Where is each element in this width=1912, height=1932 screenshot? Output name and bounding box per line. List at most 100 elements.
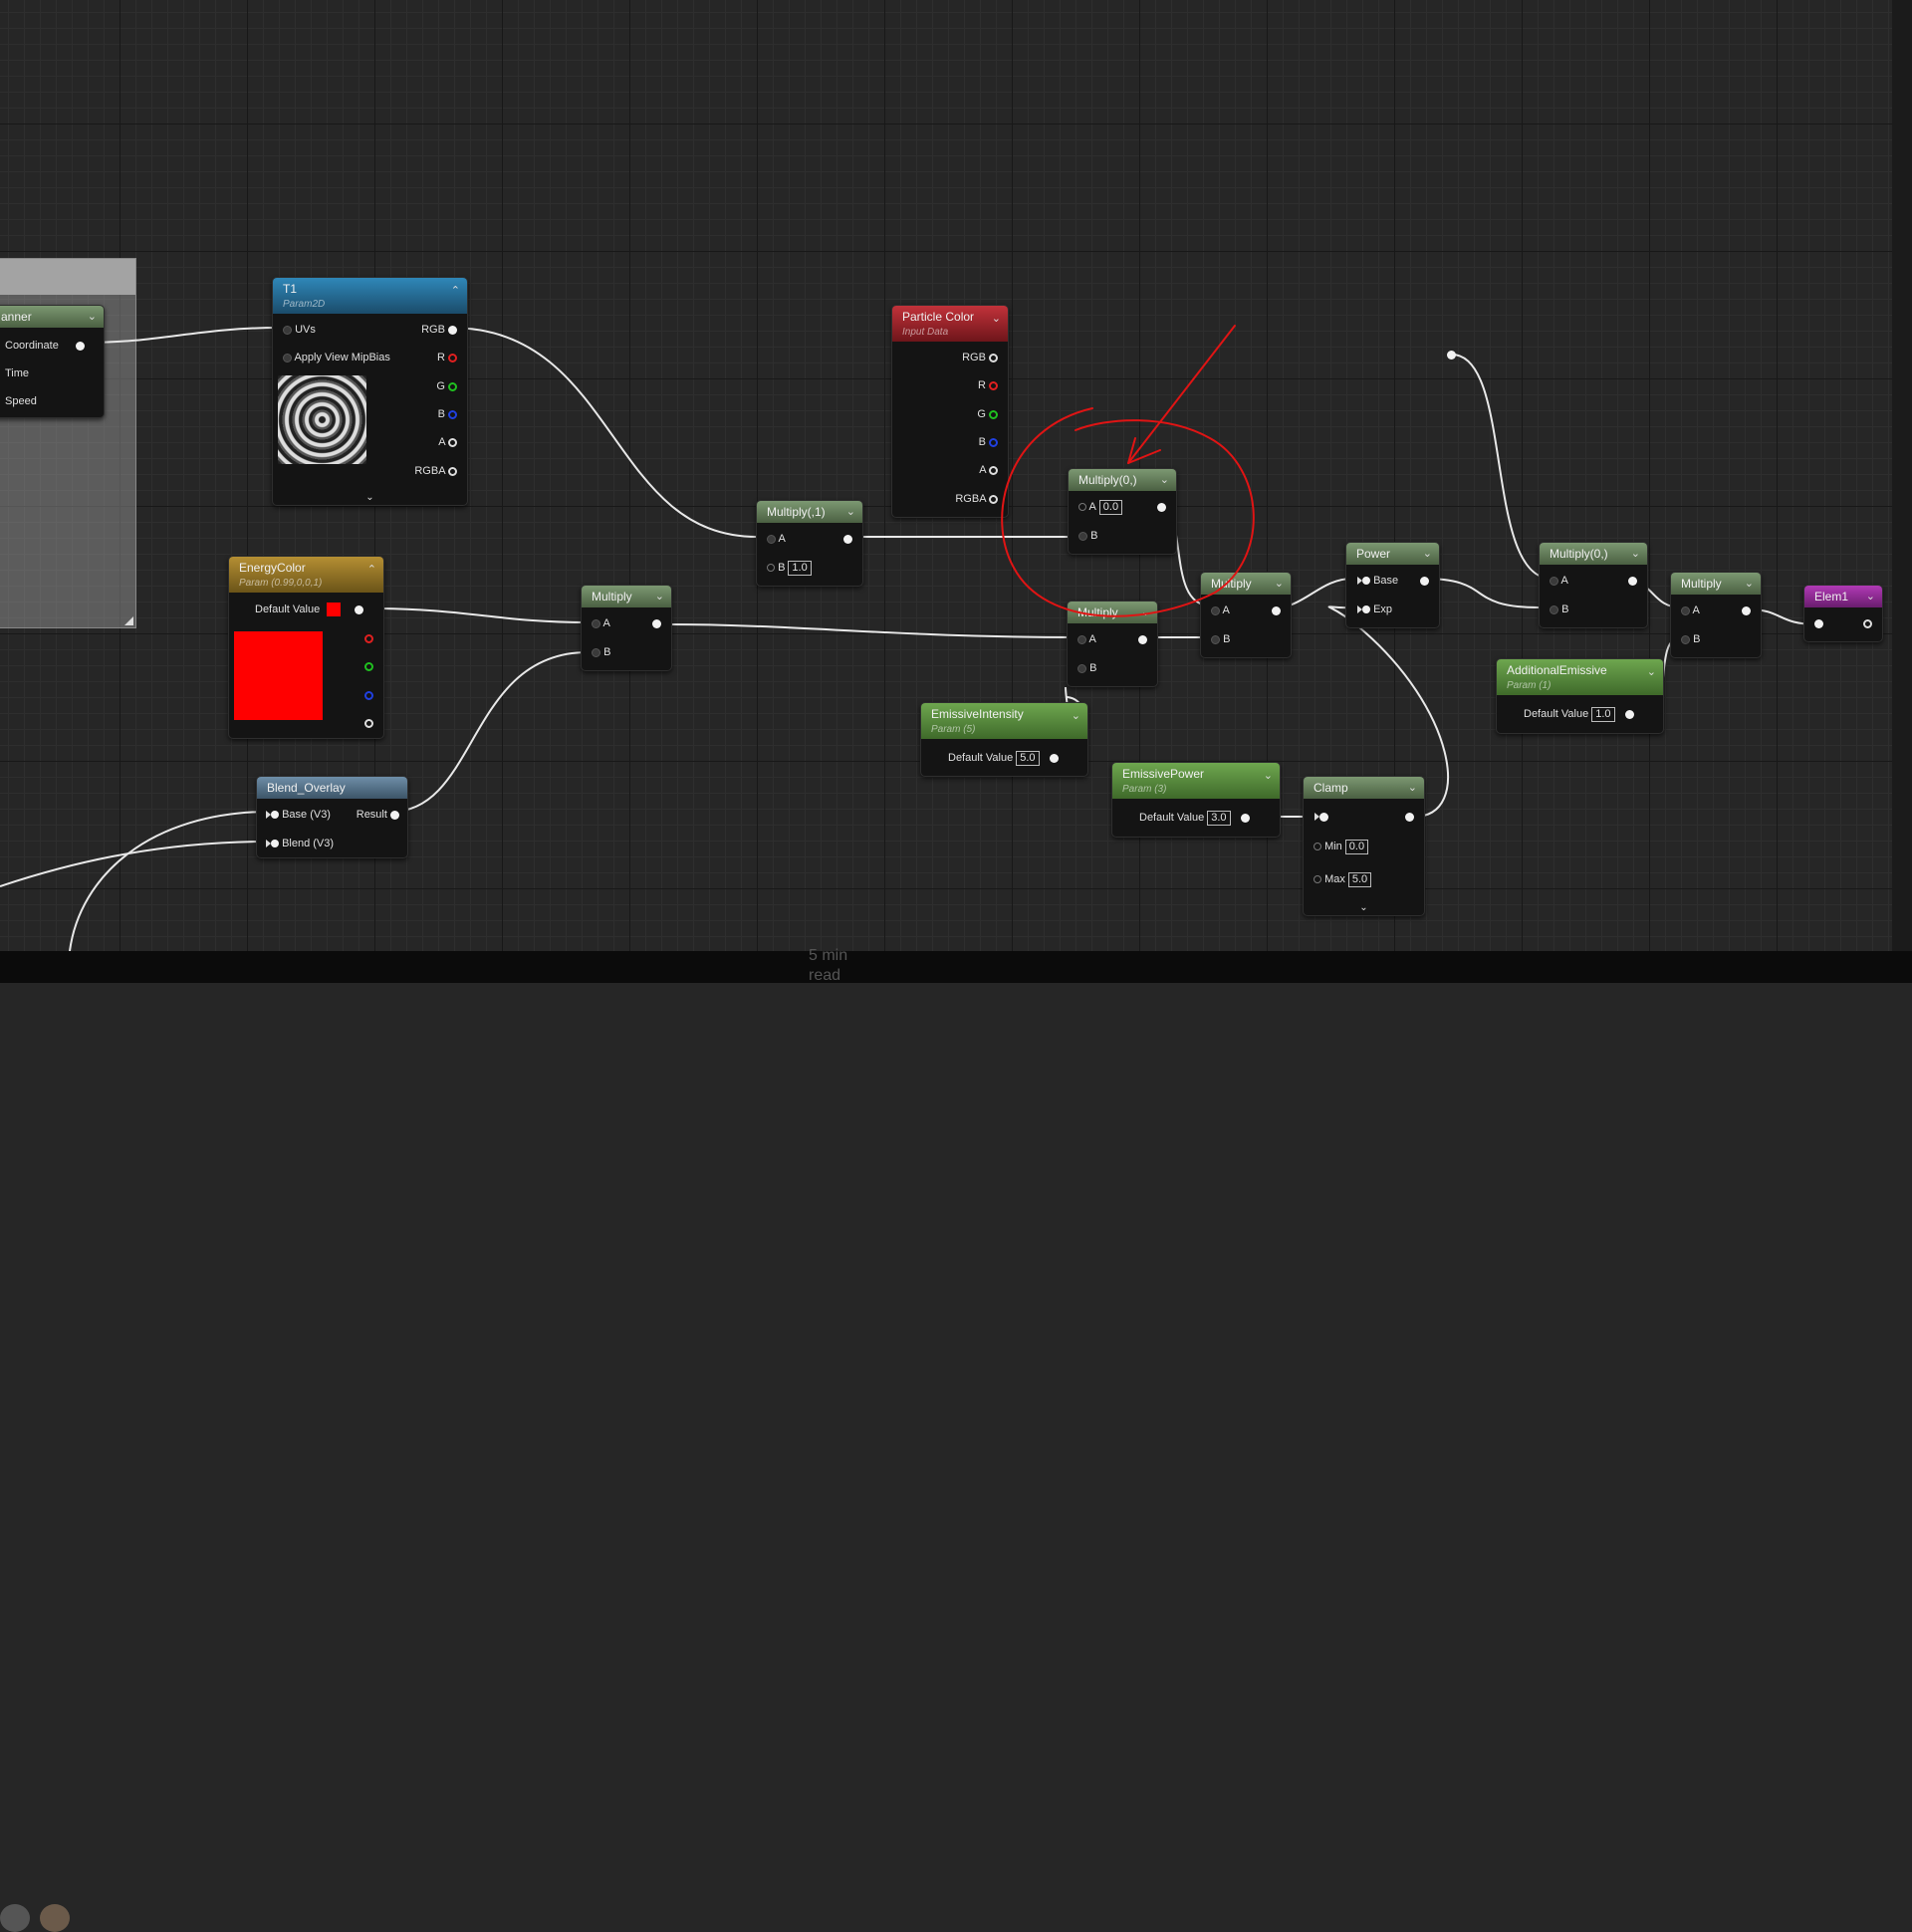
output-pin-icon[interactable] — [1138, 634, 1147, 644]
chevron-down-icon[interactable]: ⌄ — [1647, 665, 1656, 680]
output-pin-icon[interactable] — [448, 381, 457, 391]
chevron-down-icon[interactable]: ⌄ — [655, 586, 664, 607]
elem1-node[interactable]: Elem1 ⌄ — [1803, 585, 1883, 642]
wire[interactable] — [0, 841, 272, 887]
rgba-output[interactable]: RGBA — [955, 491, 998, 507]
input-pin-icon[interactable] — [1681, 605, 1690, 615]
multiply-0-header[interactable]: Multiply(0,) ⌄ — [1069, 469, 1176, 491]
t1-texture-node[interactable]: T1 Param2D ⌃ UVs Apply View MipBias RGB … — [272, 277, 468, 506]
particle-color-header[interactable]: Particle Color Input Data ⌄ — [892, 306, 1008, 342]
output-pin-icon[interactable] — [989, 437, 998, 447]
a-input[interactable]: A — [1681, 603, 1700, 618]
chevron-down-icon[interactable]: ⌄ — [1072, 709, 1080, 724]
output-pin-icon[interactable] — [355, 604, 364, 614]
output[interactable] — [1742, 603, 1751, 618]
value-field[interactable]: 3.0 — [1207, 811, 1231, 826]
min-value-field[interactable]: 0.0 — [1344, 840, 1369, 854]
default-value-row[interactable]: Default Value 3.0 — [1139, 810, 1250, 826]
r-output[interactable]: R — [978, 377, 998, 393]
output-pin-icon[interactable] — [448, 325, 457, 335]
a-input[interactable]: A — [592, 615, 610, 631]
a-output[interactable]: A — [979, 462, 998, 478]
a-input[interactable]: A — [1211, 603, 1230, 618]
multiply-center-node[interactable]: Multiply ⌄ A B — [1067, 601, 1158, 687]
additional-emissive-header[interactable]: AdditionalEmissive Param (1) ⌄ — [1497, 659, 1663, 695]
value-field[interactable]: 5.0 — [1016, 751, 1040, 766]
output-pin-icon[interactable] — [448, 466, 457, 476]
output-pin-icon[interactable] — [390, 810, 399, 820]
value-field[interactable]: 1.0 — [1591, 707, 1615, 722]
b-input[interactable]: B — [1211, 631, 1230, 647]
multiply-final-header[interactable]: Multiply ⌄ — [1671, 573, 1761, 595]
g-output[interactable] — [364, 658, 373, 674]
multiply-0-right-node[interactable]: Multiply(0,) ⌄ A B — [1539, 542, 1648, 628]
output[interactable] — [1272, 603, 1281, 618]
g-output[interactable]: G — [436, 378, 457, 394]
chevron-down-icon[interactable]: ⌄ — [1423, 543, 1432, 565]
wire[interactable] — [1423, 578, 1540, 608]
uvs-pin[interactable]: UVs — [283, 322, 316, 338]
clamp-node[interactable]: Clamp ⌄ Min 0.0 Max 5.0 ⌄ — [1303, 776, 1425, 916]
b-input[interactable]: B — [1077, 660, 1096, 676]
output-pin-icon[interactable] — [989, 380, 998, 390]
multiply-0-node[interactable]: Multiply(0,) ⌄ A 0.0 B — [1068, 468, 1177, 555]
input-pin-icon[interactable] — [1362, 605, 1370, 614]
comment-box-header[interactable] — [0, 259, 135, 295]
panner-header[interactable]: anner ⌄ — [0, 306, 104, 328]
b-output[interactable]: B — [438, 406, 457, 422]
wire[interactable] — [69, 811, 272, 951]
min-input[interactable]: Min 0.0 — [1314, 839, 1369, 854]
multiply-1-node[interactable]: Multiply(,1) ⌄ A B 1.0 — [756, 500, 863, 587]
input-pin-icon[interactable] — [1550, 604, 1558, 614]
output-pin-icon[interactable] — [989, 494, 998, 504]
output-pin-icon[interactable] — [1405, 812, 1414, 822]
input-pin-icon[interactable] — [592, 618, 600, 628]
input-pin-icon[interactable] — [1078, 531, 1087, 541]
input-pin-icon[interactable] — [1211, 605, 1220, 615]
emissive-intensity-header[interactable]: EmissiveIntensity Param (5) ⌄ — [921, 703, 1087, 739]
particle-color-node[interactable]: Particle Color Input Data ⌄ RGB R G B A … — [891, 305, 1009, 518]
multiply-0-right-header[interactable]: Multiply(0,) ⌄ — [1540, 543, 1647, 565]
wire[interactable] — [668, 623, 1081, 638]
b-input[interactable]: B 1.0 — [767, 560, 812, 576]
input-pin-icon[interactable] — [767, 564, 775, 573]
r-output[interactable]: R — [437, 350, 457, 365]
color-swatch-small[interactable] — [327, 603, 342, 617]
multiply-final-node[interactable]: Multiply ⌄ A B — [1670, 572, 1762, 658]
additional-emissive-node[interactable]: AdditionalEmissive Param (1) ⌄ Default V… — [1496, 658, 1664, 734]
output[interactable] — [652, 615, 661, 631]
coordinate-pin[interactable]: Coordinate — [5, 338, 85, 354]
chevron-down-icon[interactable]: ⌄ — [1160, 469, 1169, 491]
avatar[interactable] — [0, 1904, 30, 1932]
rgba-output[interactable]: RGBA — [414, 463, 457, 479]
input-pin-icon[interactable] — [767, 534, 776, 544]
material-graph-canvas[interactable]: anner ⌄ Coordinate Time Speed T1 Param2D… — [0, 0, 1892, 951]
output-pin-icon[interactable] — [364, 718, 373, 728]
b-input[interactable]: B — [1078, 528, 1097, 544]
b-input[interactable]: B — [592, 644, 610, 660]
output-pin-icon[interactable] — [75, 341, 85, 351]
a-value-field[interactable]: 0.0 — [1098, 500, 1123, 515]
r-output[interactable] — [364, 630, 373, 646]
output[interactable] — [843, 531, 852, 547]
a-input[interactable]: A — [1077, 631, 1096, 647]
chevron-down-icon[interactable]: ⌄ — [1408, 777, 1417, 799]
b-input[interactable]: B — [1550, 602, 1568, 617]
blend-overlay-header[interactable]: Blend_Overlay — [257, 777, 407, 799]
wire[interactable] — [390, 651, 589, 813]
clamp-header[interactable]: Clamp ⌄ — [1304, 777, 1424, 799]
output-pin-icon[interactable] — [989, 465, 998, 475]
input-pin-icon[interactable] — [1077, 634, 1086, 644]
reroute-pin-icon[interactable] — [1447, 351, 1456, 360]
max-input[interactable]: Max 5.0 — [1314, 871, 1372, 887]
output-pin-icon[interactable] — [843, 534, 852, 544]
chevron-down-icon[interactable]: ⌄ — [1631, 543, 1640, 565]
energy-color-header[interactable]: EnergyColor Param (0.99,0,0,1) ⌃ — [229, 557, 383, 593]
output[interactable] — [1628, 573, 1637, 589]
chevron-down-icon[interactable]: ⌄ — [992, 312, 1001, 327]
chevron-down-icon[interactable]: ⌄ — [846, 501, 855, 523]
input-pin-icon[interactable] — [1681, 634, 1690, 644]
input-pin-icon[interactable] — [1077, 663, 1086, 673]
b-output[interactable]: B — [979, 434, 998, 450]
power-node[interactable]: Power ⌄ Base Exp — [1345, 542, 1440, 628]
